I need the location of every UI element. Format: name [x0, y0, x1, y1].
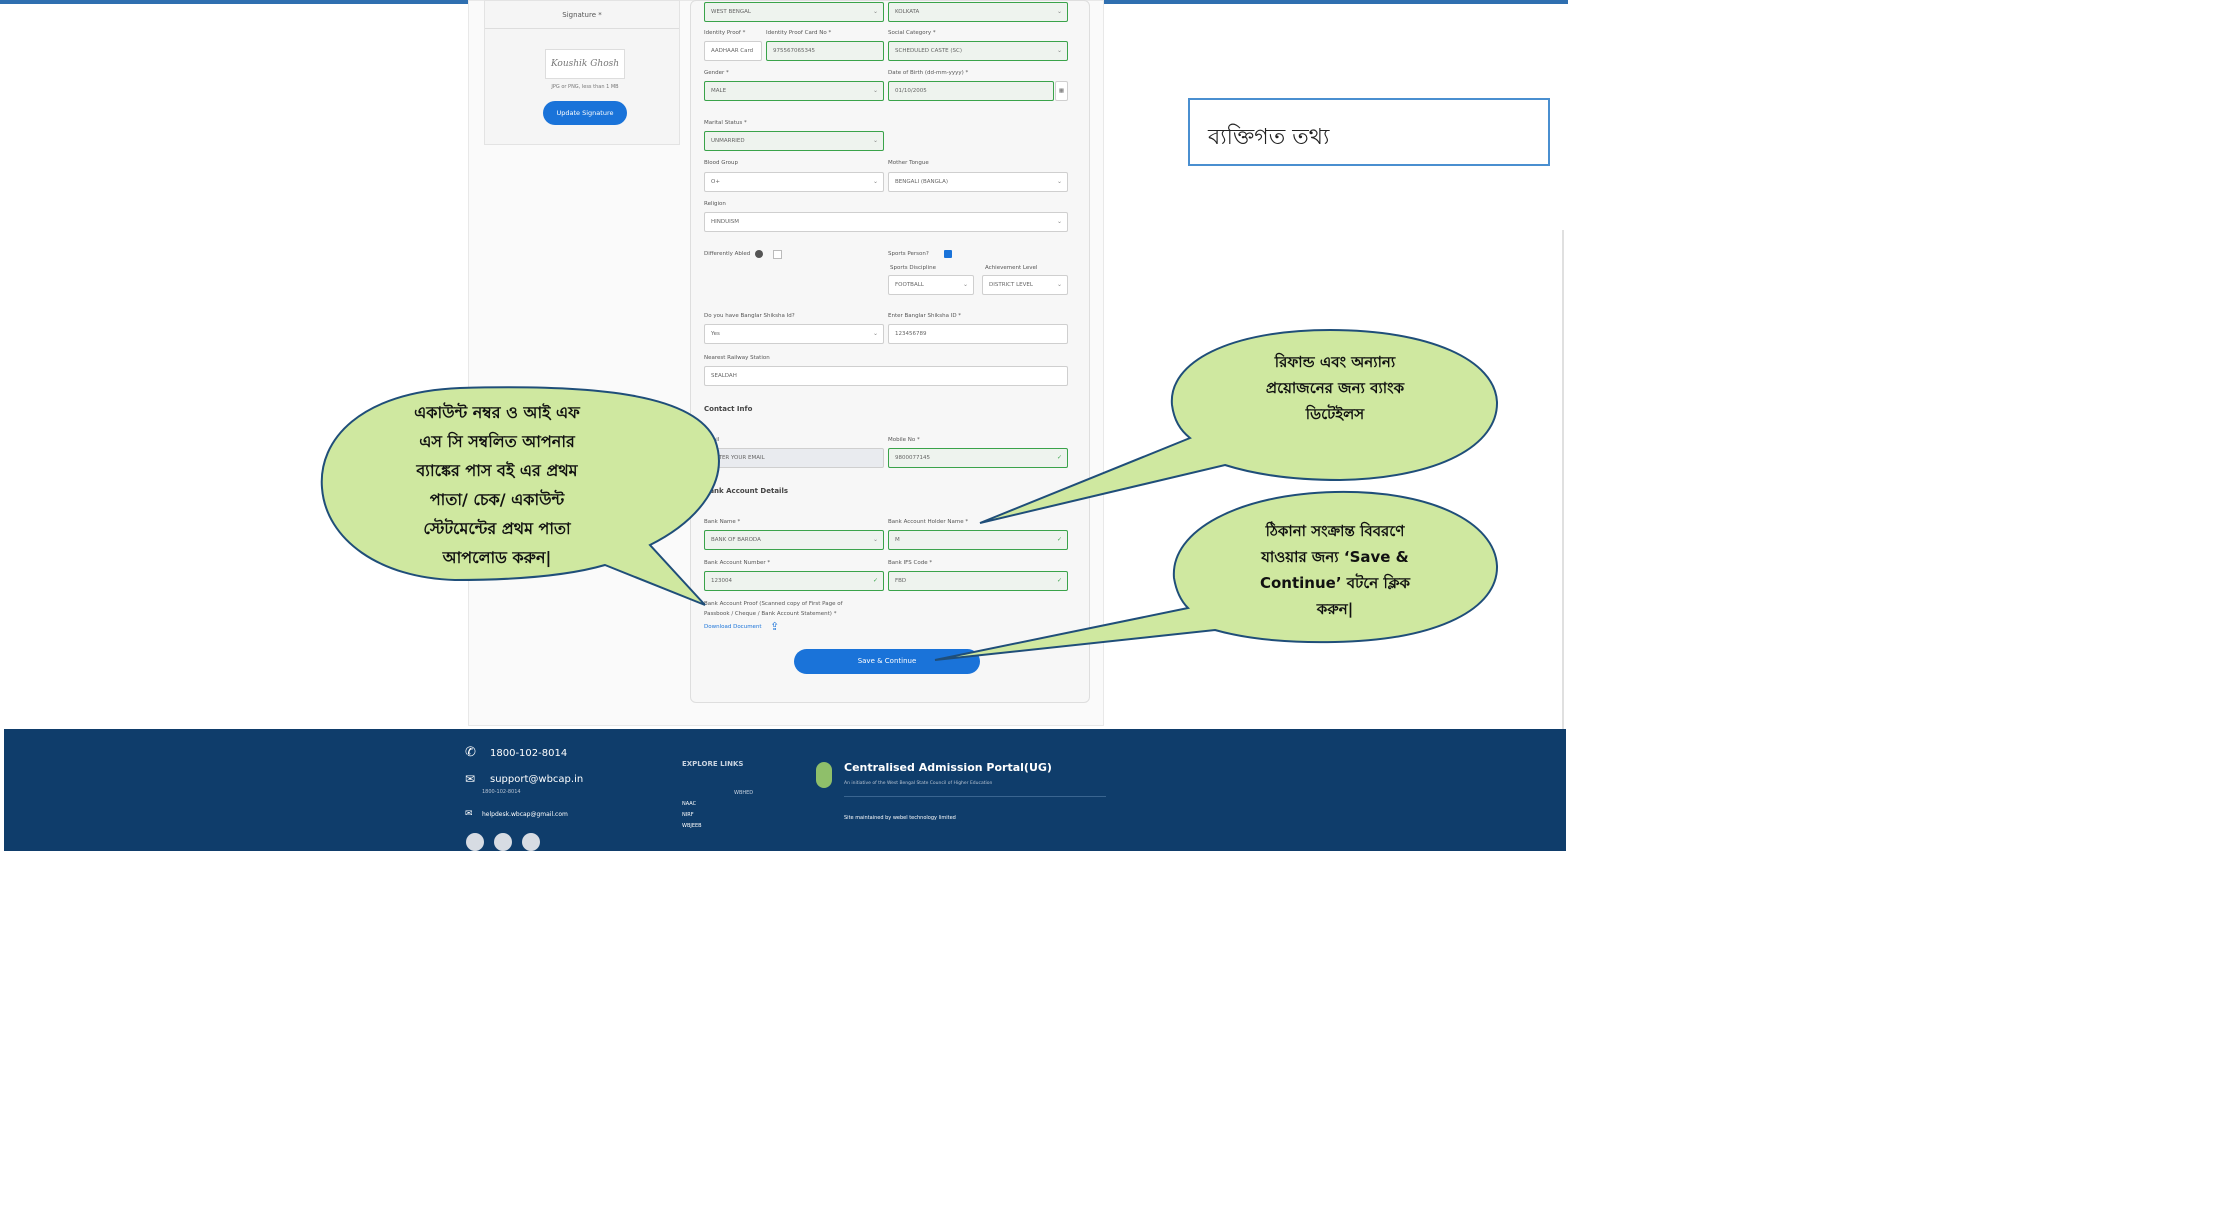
- bubble-left-line: ব্যাঙ্কের পাস বই এর প্রথম: [416, 461, 578, 480]
- bubble-right-bottom-line: যাওয়ার জন্য ‘Save &: [1261, 548, 1409, 566]
- maintained-by: Site maintained by webel technology limi…: [844, 815, 956, 821]
- bubble-right-top-line: ডিটেইলস: [1305, 405, 1365, 423]
- bubble-right-bottom-line: করুন|: [1316, 600, 1354, 618]
- save-continue-callout-text: ঠিকানা সংক্রান্ত বিবরণে যাওয়ার জন্য ‘Sa…: [1205, 518, 1465, 622]
- footer-phone[interactable]: 1800-102-8014: [490, 748, 567, 759]
- bank-details-callout-text: রিফান্ড এবং অন্যান্য প্রয়োজনের জন্য ব্য…: [1205, 349, 1465, 427]
- footer-email[interactable]: support@wbcap.in: [490, 774, 583, 785]
- screenshot-root: Signature * Koushik Ghosh JPG or PNG, le…: [0, 0, 1568, 851]
- mail-icon-small: ✉: [465, 809, 473, 819]
- explore-links-title: EXPLORE LINKS: [682, 760, 744, 768]
- bubble-right-bottom-line: ঠিকানা সংক্রান্ত বিবরণে: [1265, 522, 1405, 540]
- footer-divider: [844, 796, 1106, 797]
- facebook-icon[interactable]: [466, 833, 484, 851]
- phone-icon: ✆: [465, 745, 476, 760]
- bubble-left-line: একাউন্ট নম্বর ও আই এফ: [414, 403, 580, 422]
- link-naac[interactable]: NAAC: [682, 801, 696, 807]
- site-footer: [4, 729, 1566, 851]
- twitter-icon[interactable]: [494, 833, 512, 851]
- bubble-left-line: আপলোড করুন|: [442, 548, 552, 567]
- portal-subtitle: An initiative of the West Bengal State C…: [844, 781, 993, 786]
- portal-logo-icon: [816, 762, 832, 788]
- footer-helpdesk-email[interactable]: helpdesk.wbcap@gmail.com: [482, 811, 568, 818]
- bank-proof-callout-text: একাউন্ট নম্বর ও আই এফ এস সি সম্বলিত আপনা…: [372, 398, 622, 572]
- link-wbhed[interactable]: WBHED: [734, 790, 753, 796]
- link-wbjeeb[interactable]: WBJEEB: [682, 823, 702, 829]
- bubble-right-top-line: রিফান্ড এবং অন্যান্য: [1274, 353, 1396, 371]
- footer-phone-small: 1800-102-8014: [482, 789, 521, 795]
- mail-icon: ✉: [465, 772, 476, 786]
- bubble-left-line: পাতা/ চেক/ একাউন্ট: [429, 490, 565, 509]
- portal-title: Centralised Admission Portal(UG): [844, 761, 1052, 774]
- bubble-right-bottom-line: Continue’ বটনে ক্লিক: [1259, 574, 1410, 592]
- link-nirf[interactable]: NIRF: [682, 812, 694, 818]
- bubble-right-top-line: প্রয়োজনের জন্য ব্যাংক: [1265, 379, 1405, 397]
- youtube-icon[interactable]: [522, 833, 540, 851]
- bubble-left-line: এস সি সম্বলিত আপনার: [419, 432, 575, 451]
- bubble-left-line: স্টেটমেন্টের প্রথম পাতা: [423, 519, 571, 538]
